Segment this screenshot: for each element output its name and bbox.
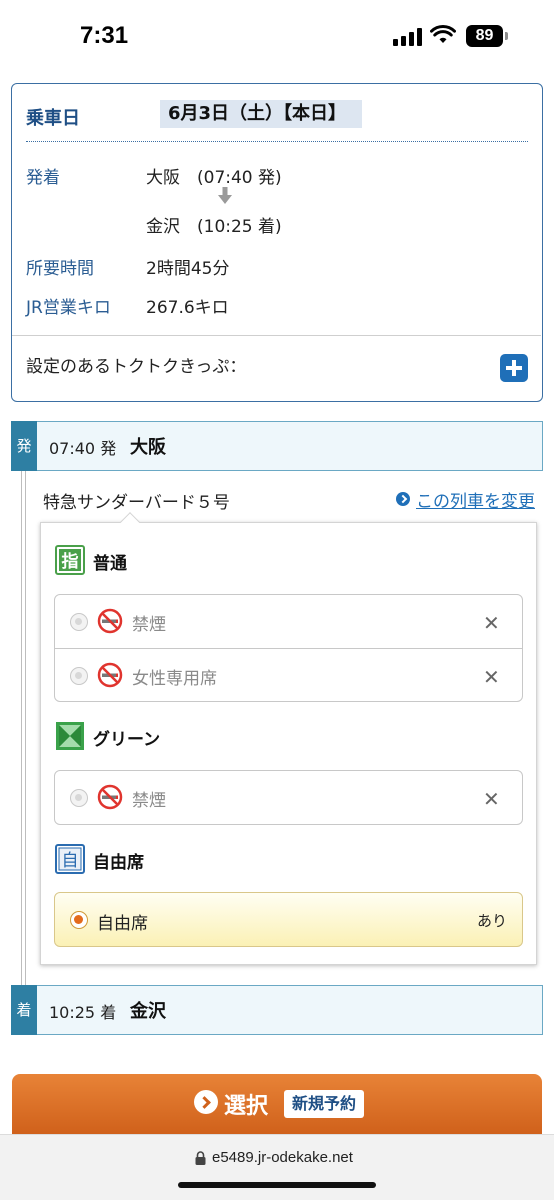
radio-disabled[interactable]	[70, 613, 88, 631]
reserved-icon-text: 指	[62, 551, 79, 572]
departure-tag: 発	[11, 421, 37, 471]
departure-time: 07:40 発	[49, 439, 117, 458]
status-bar: 7:31 89	[0, 0, 554, 76]
divider	[12, 335, 541, 336]
arrival-station-bar: 着 10:25 着 金沢	[11, 985, 543, 1035]
new-reservation-badge: 新規予約	[284, 1090, 365, 1118]
option-row[interactable]: 禁煙 ✕	[55, 595, 522, 648]
duration-value: 2時間45分	[146, 259, 230, 279]
arrival-time: 10:25 着	[49, 1003, 117, 1022]
reserved-options: 禁煙 ✕ 女性専用席 ✕	[54, 594, 523, 702]
lock-icon	[195, 1151, 206, 1165]
departure-station-bar: 発 07:40 発 大阪	[11, 421, 543, 471]
no-smoking-icon	[97, 662, 123, 688]
option-label: 禁煙	[132, 615, 166, 635]
reserved-seat-icon: 指	[55, 545, 85, 575]
radio-disabled[interactable]	[70, 667, 88, 685]
unavailable-icon: ✕	[483, 611, 500, 635]
availability-text: あり	[477, 912, 508, 930]
distance-value: 267.6キロ	[146, 298, 229, 318]
free-seat-icon: 自	[55, 844, 85, 874]
cellular-signal-icon	[393, 27, 423, 46]
dep-arr-label: 発着	[26, 168, 60, 188]
option-row[interactable]: 女性専用席 ✕	[55, 648, 522, 701]
expand-plus-button[interactable]	[500, 354, 528, 382]
duration-label: 所要時間	[26, 259, 94, 279]
free-icon-text: 自	[62, 851, 79, 871]
select-label: 選択	[224, 1094, 269, 1119]
unavailable-icon: ✕	[483, 787, 500, 811]
browser-url-bar[interactable]: e5489.jr-odekake.net	[0, 1134, 554, 1200]
no-smoking-icon	[97, 608, 123, 634]
option-label: 禁煙	[132, 791, 166, 811]
green-car-icon	[56, 722, 84, 750]
discount-ticket-label: 設定のあるトクトクきっぷ：	[26, 357, 247, 377]
departure-value: 大阪 (07:40 発)	[146, 168, 282, 188]
radio-disabled[interactable]	[70, 789, 88, 807]
change-train-link[interactable]: この列車を変更	[416, 487, 535, 512]
unavailable-icon: ✕	[483, 665, 500, 689]
date-value: 6月3日（土）【本日】	[160, 100, 362, 128]
train-name: 特急サンダーバード５号	[43, 493, 230, 513]
free-class-label: 自由席	[93, 853, 144, 873]
green-options: 禁煙 ✕	[54, 770, 523, 825]
wifi-icon	[430, 25, 456, 43]
reserved-class-label: 普通	[93, 554, 127, 574]
no-smoking-icon	[97, 784, 123, 810]
radio-selected[interactable]	[70, 911, 88, 929]
home-indicator	[178, 1182, 376, 1188]
green-class-label: グリーン	[93, 730, 161, 750]
status-time: 7:31	[80, 22, 129, 49]
arrival-tag: 着	[11, 985, 37, 1035]
arrival-value: 金沢 (10:25 着)	[146, 217, 282, 237]
arrival-station: 金沢	[130, 1001, 166, 1022]
distance-label: JR営業キロ	[26, 298, 111, 318]
departure-station: 大阪	[130, 437, 166, 458]
free-seat-option[interactable]: 自由席 あり	[54, 892, 523, 947]
chevron-circle-icon	[194, 1090, 218, 1114]
chevron-circle-icon	[396, 492, 410, 506]
free-seat-label: 自由席	[97, 914, 148, 934]
ride-info-card: 乗車日 6月3日（土）【本日】 発着 大阪 (07:40 発) 金沢 (10:2…	[11, 83, 543, 402]
select-button[interactable]: 選択 新規予約	[12, 1074, 542, 1134]
option-row[interactable]: 禁煙 ✕	[55, 771, 522, 824]
url-text: e5489.jr-odekake.net	[212, 1149, 353, 1166]
date-label: 乗車日	[26, 108, 80, 129]
battery-tip	[505, 32, 508, 40]
date-row: 乗車日 6月3日（土）【本日】	[26, 98, 528, 142]
option-label: 女性専用席	[132, 669, 217, 689]
down-arrow-icon	[218, 187, 232, 204]
route-line	[21, 470, 26, 985]
battery-icon: 89	[466, 25, 503, 47]
